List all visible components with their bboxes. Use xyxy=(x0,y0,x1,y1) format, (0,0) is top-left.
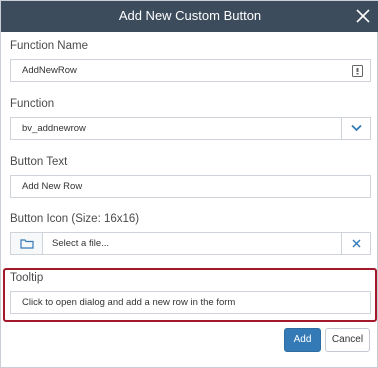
custom-button-dialog: Add New Custom Button Function Name AddN… xyxy=(0,0,378,368)
browse-file-button[interactable] xyxy=(11,233,43,254)
tooltip-field[interactable]: Click to open dialog and add a new row i… xyxy=(10,291,371,314)
lock-icon xyxy=(352,65,363,77)
function-name-field[interactable]: AddNewRow xyxy=(10,59,371,82)
button-icon-label: Button Icon (Size: 16x16) xyxy=(10,213,140,225)
function-label: Function xyxy=(10,98,55,110)
function-dropdown-button[interactable] xyxy=(341,118,370,139)
folder-icon xyxy=(20,239,34,249)
close-button[interactable] xyxy=(353,6,373,26)
function-select[interactable]: bv_addnewrow xyxy=(10,117,371,140)
function-name-label: Function Name xyxy=(10,40,88,52)
button-text-field[interactable]: Add New Row xyxy=(10,175,371,198)
tooltip-label: Tooltip xyxy=(10,272,44,284)
dialog-titlebar: Add New Custom Button xyxy=(1,1,378,32)
chevron-down-icon xyxy=(351,124,362,132)
button-text-value: Add New Row xyxy=(22,181,83,192)
button-icon-file-input[interactable]: Select a file... xyxy=(10,232,371,255)
file-placeholder: Select a file... xyxy=(52,238,110,249)
tooltip-value: Click to open dialog and add a new row i… xyxy=(22,297,236,308)
cancel-button[interactable]: Cancel xyxy=(325,328,370,352)
close-icon xyxy=(356,9,370,23)
clear-file-button[interactable] xyxy=(341,233,370,254)
dialog-title: Add New Custom Button xyxy=(118,8,262,23)
function-selected-value: bv_addnewrow xyxy=(22,123,86,134)
function-name-value: AddNewRow xyxy=(22,65,77,76)
button-text-label: Button Text xyxy=(10,156,68,168)
add-button[interactable]: Add xyxy=(284,328,321,352)
clear-icon xyxy=(352,239,361,248)
